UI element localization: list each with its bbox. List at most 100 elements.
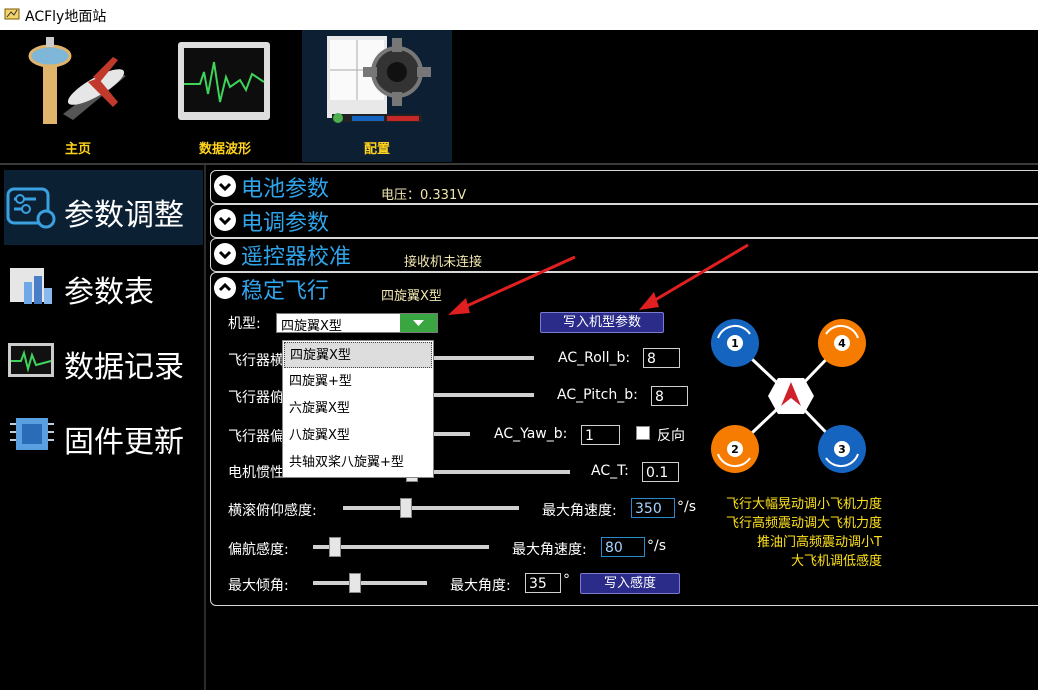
esc-section-header[interactable]: 电调参数: [210, 204, 1038, 238]
monitor-waveform-icon: [8, 343, 54, 377]
rp-max-rate-input[interactable]: 350: [631, 498, 675, 518]
dropdown-option[interactable]: 四旋翼X型: [284, 342, 432, 368]
yaw-max-rate-input[interactable]: 80: [601, 537, 645, 557]
frame-type-value: 四旋翼X型: [281, 319, 342, 334]
motor-4-icon: 4: [818, 319, 866, 367]
chip-icon: [10, 418, 54, 450]
write-sensitivity-button[interactable]: 写入感度: [580, 573, 680, 594]
ac-pitch-input[interactable]: 8: [651, 386, 688, 406]
toolbar-home[interactable]: 主页: [18, 30, 138, 162]
ac-yaw-label: AC_Yaw_b:: [494, 426, 568, 442]
ac-t-label: AC_T:: [591, 463, 629, 479]
motor-number: 2: [731, 443, 739, 456]
tuning-hint: 推油门高频震动调小T: [757, 535, 882, 550]
toolbar-waveform-label: 数据波形: [198, 142, 251, 157]
rp-sens-label: 横滚俯仰感度:: [228, 503, 317, 519]
chevron-down-icon[interactable]: [214, 243, 236, 265]
motor-1-icon: 1: [711, 319, 759, 367]
slider-thumb[interactable]: [329, 537, 341, 557]
config-gear-icon: [327, 36, 431, 123]
pitch-label: 飞行器俯: [228, 390, 284, 406]
tuning-hint: 大飞机调低感度: [790, 554, 882, 569]
ac-roll-label: AC_Roll_b:: [558, 350, 631, 366]
quad-x-diagram: 1 4 2 3: [711, 319, 866, 473]
max-tilt-slider[interactable]: [313, 573, 427, 593]
dropdown-option[interactable]: 六旋翼X型: [284, 396, 432, 422]
frame-type-select[interactable]: 四旋翼X型: [276, 313, 438, 334]
sidebar-item-label: 参数表: [64, 275, 154, 310]
sidebar: 参数调整 参数表 数据记录 固件更新: [0, 165, 205, 690]
dropdown-toggle[interactable]: [400, 314, 437, 332]
section-title: 稳定飞行: [241, 279, 330, 304]
slider-thumb[interactable]: [400, 498, 412, 518]
yaw-slider[interactable]: [430, 424, 470, 444]
ac-yaw-input[interactable]: 1: [581, 425, 620, 445]
max-tilt-label: 最大倾角:: [228, 578, 289, 594]
sliders-gear-icon: [6, 187, 56, 229]
frame-label: 机型:: [228, 316, 261, 332]
chevron-down-icon[interactable]: [214, 175, 236, 197]
ac-t-input[interactable]: 0.1: [642, 462, 679, 482]
yaw-sens-label: 偏航感度:: [228, 542, 289, 558]
voltage-readout: 电压：0.331V: [381, 188, 467, 203]
dropdown-option[interactable]: 四旋翼+型: [284, 369, 432, 395]
motor-2-icon: 2: [711, 425, 759, 473]
triangle-down-icon: [413, 320, 424, 326]
sidebar-item-label: 参数调整: [64, 198, 184, 233]
slider-thumb[interactable]: [349, 573, 361, 593]
app-logo-icon: [4, 8, 20, 20]
max-angle-input[interactable]: 35: [525, 573, 561, 593]
toolbar-waveform[interactable]: 数据波形: [170, 30, 280, 162]
sidebar-item-label: 固件更新: [64, 425, 184, 460]
tuning-hint: 飞行高频震动调大飞机力度: [725, 516, 882, 531]
airport-tower-icon: [28, 37, 126, 124]
chevron-up-icon[interactable]: [214, 277, 236, 299]
roll-slider[interactable]: [430, 348, 534, 368]
motor-number: 3: [838, 443, 846, 456]
rp-sens-slider[interactable]: [343, 498, 519, 518]
sidebar-item-label: 数据记录: [64, 350, 184, 385]
write-frame-button[interactable]: 写入机型参数: [540, 312, 664, 333]
main-toolbar: 主页 数据波形 配置: [0, 30, 1038, 163]
receiver-status: 接收机未连接: [404, 255, 483, 270]
motor-number: 4: [838, 337, 846, 350]
sidebar-item-param-table[interactable]: 参数表: [4, 247, 203, 322]
battery-section-header[interactable]: 电池参数 电压：0.331V: [210, 170, 1038, 204]
sidebar-divider: [204, 165, 206, 690]
reverse-label: 反向: [657, 428, 685, 444]
ac-pitch-label: AC_Pitch_b:: [557, 387, 638, 403]
frame-heading-icon: [768, 378, 814, 414]
window-title: ACFly地面站: [25, 9, 107, 25]
max-angle-label: 最大角度:: [450, 578, 511, 594]
section-title: 电调参数: [241, 211, 330, 236]
sidebar-item-param-tuning[interactable]: 参数调整: [4, 170, 203, 245]
yaw-label: 飞行器偏: [228, 429, 284, 445]
dropdown-option[interactable]: 共轴双桨八旋翼+型: [284, 450, 432, 476]
section-title: 遥控器校准: [241, 245, 352, 270]
section-title: 电池参数: [241, 177, 330, 202]
chevron-down-icon[interactable]: [214, 209, 236, 231]
yaw-sens-slider[interactable]: [313, 537, 489, 557]
motor-number: 1: [731, 337, 739, 350]
angle-unit: °: [563, 572, 570, 588]
yaw-max-rate-label: 最大角速度:: [512, 542, 587, 558]
frame-type-note: 四旋翼X型: [381, 289, 442, 304]
reverse-checkbox[interactable]: [636, 426, 650, 440]
toolbar-config[interactable]: 配置: [302, 30, 452, 162]
yaw-unit: °/s: [647, 538, 667, 554]
sidebar-item-data-log[interactable]: 数据记录: [4, 322, 203, 397]
motor-3-icon: 3: [818, 425, 866, 473]
rp-unit: °/s: [677, 499, 697, 515]
bar-chart-icon: [10, 268, 52, 304]
dropdown-option[interactable]: 八旋翼X型: [284, 423, 432, 449]
sidebar-item-firmware-update[interactable]: 固件更新: [4, 397, 203, 472]
waveform-monitor-icon: [178, 42, 270, 120]
ac-roll-input[interactable]: 8: [643, 348, 680, 368]
toolbar-config-label: 配置: [363, 142, 390, 157]
rc-section-header[interactable]: 遥控器校准 接收机未连接: [210, 238, 1038, 272]
toolbar-home-label: 主页: [64, 142, 91, 157]
roll-label: 飞行器横: [228, 353, 284, 369]
pitch-slider[interactable]: [430, 385, 534, 405]
tuning-hint: 飞行大幅晃动调小飞机力度: [725, 497, 882, 512]
rp-max-rate-label: 最大角速度:: [542, 503, 617, 519]
